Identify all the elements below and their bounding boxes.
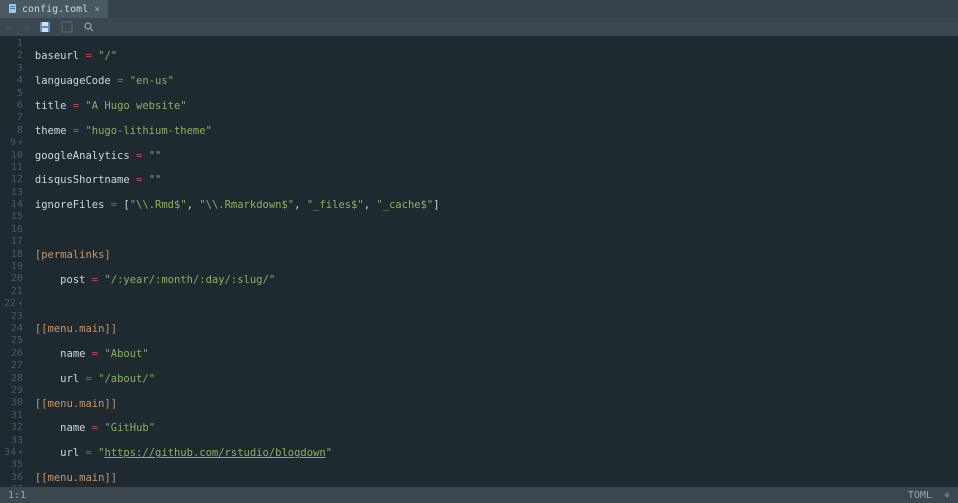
line-number: 16 <box>4 224 23 236</box>
line-number: 5 <box>4 88 23 100</box>
line-number: 24 <box>4 323 23 335</box>
line-number: 26 <box>4 348 23 360</box>
line-number: 23 <box>4 311 23 323</box>
line-number: 12 <box>4 174 23 186</box>
status-bar: 1:1 TOML ÷ <box>0 487 958 503</box>
line-number: 14 <box>4 199 23 211</box>
line-number: 9▾ <box>4 137 23 149</box>
line-number: 29 <box>4 385 23 397</box>
line-number: 20 <box>4 273 23 285</box>
line-number: 36 <box>4 472 23 484</box>
fold-icon[interactable]: ▾ <box>18 137 23 149</box>
language-mode[interactable]: TOML <box>908 490 932 501</box>
forward-icon[interactable]: → <box>23 21 30 34</box>
line-number: 15 <box>4 211 23 223</box>
line-number: 25 <box>4 335 23 347</box>
code-area[interactable]: baseurl = "/" languageCode = "en-us" tit… <box>31 36 500 487</box>
line-number: 2 <box>4 50 23 62</box>
search-icon[interactable] <box>83 21 95 33</box>
line-number: 8 <box>4 125 23 137</box>
line-number: 7 <box>4 112 23 124</box>
line-number: 30 <box>4 397 23 409</box>
line-number: 1 <box>4 38 23 50</box>
tab-label: config.toml <box>22 4 88 15</box>
line-number: 28 <box>4 373 23 385</box>
back-icon[interactable]: ← <box>6 21 13 34</box>
line-number: 10 <box>4 150 23 162</box>
toolbar: ← → <box>0 18 958 36</box>
line-number: 6 <box>4 100 23 112</box>
line-number: 4 <box>4 75 23 87</box>
tab-bar: config.toml × <box>0 0 958 18</box>
line-number: 3 <box>4 63 23 75</box>
line-number: 34▾ <box>4 447 23 459</box>
line-number: 35 <box>4 459 23 471</box>
close-icon[interactable]: × <box>94 4 100 15</box>
line-number: 32 <box>4 422 23 434</box>
line-number: 31 <box>4 410 23 422</box>
status-sep: ÷ <box>944 490 950 501</box>
line-number: 11 <box>4 162 23 174</box>
file-icon <box>8 4 18 14</box>
fold-icon[interactable]: ▾ <box>18 447 23 459</box>
save-icon[interactable] <box>39 21 51 33</box>
line-number: 33 <box>4 435 23 447</box>
pane-icon[interactable] <box>61 21 73 33</box>
line-number: 19 <box>4 261 23 273</box>
cursor-position: 1:1 <box>8 490 26 501</box>
line-number: 17 <box>4 236 23 248</box>
line-number: 22▾ <box>4 298 23 310</box>
editor[interactable]: 1 2 3 4 5 6 7 8 9▾ 10 11 12 13 14 15 16 … <box>0 36 958 487</box>
line-number: 21 <box>4 286 23 298</box>
tab-config[interactable]: config.toml × <box>0 0 108 18</box>
line-number: 27 <box>4 360 23 372</box>
fold-icon[interactable]: ▾ <box>18 298 23 310</box>
gutter: 1 2 3 4 5 6 7 8 9▾ 10 11 12 13 14 15 16 … <box>0 36 31 487</box>
line-number: 18 <box>4 249 23 261</box>
line-number: 13 <box>4 187 23 199</box>
